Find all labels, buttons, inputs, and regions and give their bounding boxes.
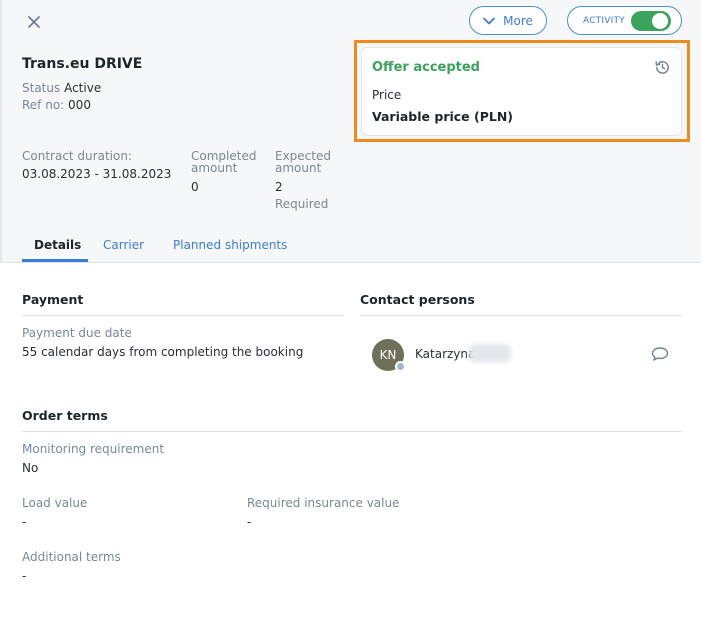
load-value: - bbox=[22, 515, 27, 529]
expected-value: 2 bbox=[275, 180, 283, 194]
status-label: Status bbox=[22, 81, 61, 95]
offer-status: Offer accepted bbox=[372, 60, 480, 75]
duration-label: Contract duration: bbox=[22, 149, 132, 163]
redacted-surname bbox=[469, 344, 511, 362]
payment-due-label: Payment due date bbox=[22, 326, 132, 340]
contacts-section-title: Contact persons bbox=[360, 292, 475, 307]
ref-label: Ref no: bbox=[22, 98, 65, 112]
offer-card: Offer accepted Price Variable price (PLN… bbox=[361, 47, 682, 136]
tab-planned-shipments[interactable]: Planned shipments bbox=[173, 238, 287, 252]
ref-value: 000 bbox=[68, 98, 91, 112]
tab-carrier[interactable]: Carrier bbox=[103, 238, 144, 252]
history-button[interactable] bbox=[654, 59, 671, 79]
completed-value: 0 bbox=[191, 180, 199, 194]
contract-title: Trans.eu DRIVE bbox=[22, 56, 143, 72]
ref-row: Ref no: 000 bbox=[22, 98, 91, 112]
price-label: Price bbox=[372, 88, 402, 102]
payment-section-title: Payment bbox=[22, 292, 84, 307]
activity-switch[interactable] bbox=[630, 10, 671, 31]
close-button[interactable] bbox=[22, 10, 46, 34]
insurance-value: - bbox=[247, 515, 252, 529]
status-row: Status Active bbox=[22, 81, 101, 95]
contacts-divider bbox=[360, 315, 682, 316]
presence-indicator bbox=[395, 361, 406, 372]
expected-note: Required bbox=[275, 197, 329, 211]
order-terms-section-title: Order terms bbox=[22, 408, 108, 423]
price-value: Variable price (PLN) bbox=[372, 109, 514, 124]
more-button-label: More bbox=[503, 13, 533, 28]
monitoring-label: Monitoring requirement bbox=[22, 442, 165, 456]
panel-edge bbox=[0, 0, 2, 263]
chevron-down-icon bbox=[483, 17, 496, 24]
payment-divider bbox=[22, 315, 344, 316]
duration-value: 03.08.2023 - 31.08.2023 bbox=[22, 167, 172, 181]
history-icon bbox=[655, 61, 669, 74]
activity-label: ACTIVITY bbox=[583, 15, 625, 26]
additional-terms-label: Additional terms bbox=[22, 550, 121, 564]
monitoring-value: No bbox=[22, 461, 39, 475]
order-terms-divider bbox=[22, 431, 682, 432]
payment-due-value: 55 calendar days from completing the boo… bbox=[22, 345, 304, 359]
message-button[interactable] bbox=[651, 346, 669, 365]
active-tab-indicator bbox=[22, 259, 88, 262]
activity-toggle[interactable]: ACTIVITY bbox=[567, 6, 682, 35]
chat-bubble-icon bbox=[651, 347, 669, 361]
completed-label-line2: amount bbox=[191, 161, 238, 175]
contact-name: Katarzyna bbox=[415, 347, 476, 361]
status-value: Active bbox=[64, 81, 102, 95]
load-value-label: Load value bbox=[22, 496, 88, 510]
switch-knob bbox=[651, 12, 668, 29]
tab-details[interactable]: Details bbox=[34, 238, 81, 252]
expected-label-line2: amount bbox=[275, 161, 322, 175]
insurance-label: Required insurance value bbox=[247, 496, 400, 510]
additional-terms-value: - bbox=[22, 569, 27, 583]
more-button[interactable]: More bbox=[469, 6, 547, 35]
close-icon bbox=[28, 16, 40, 28]
